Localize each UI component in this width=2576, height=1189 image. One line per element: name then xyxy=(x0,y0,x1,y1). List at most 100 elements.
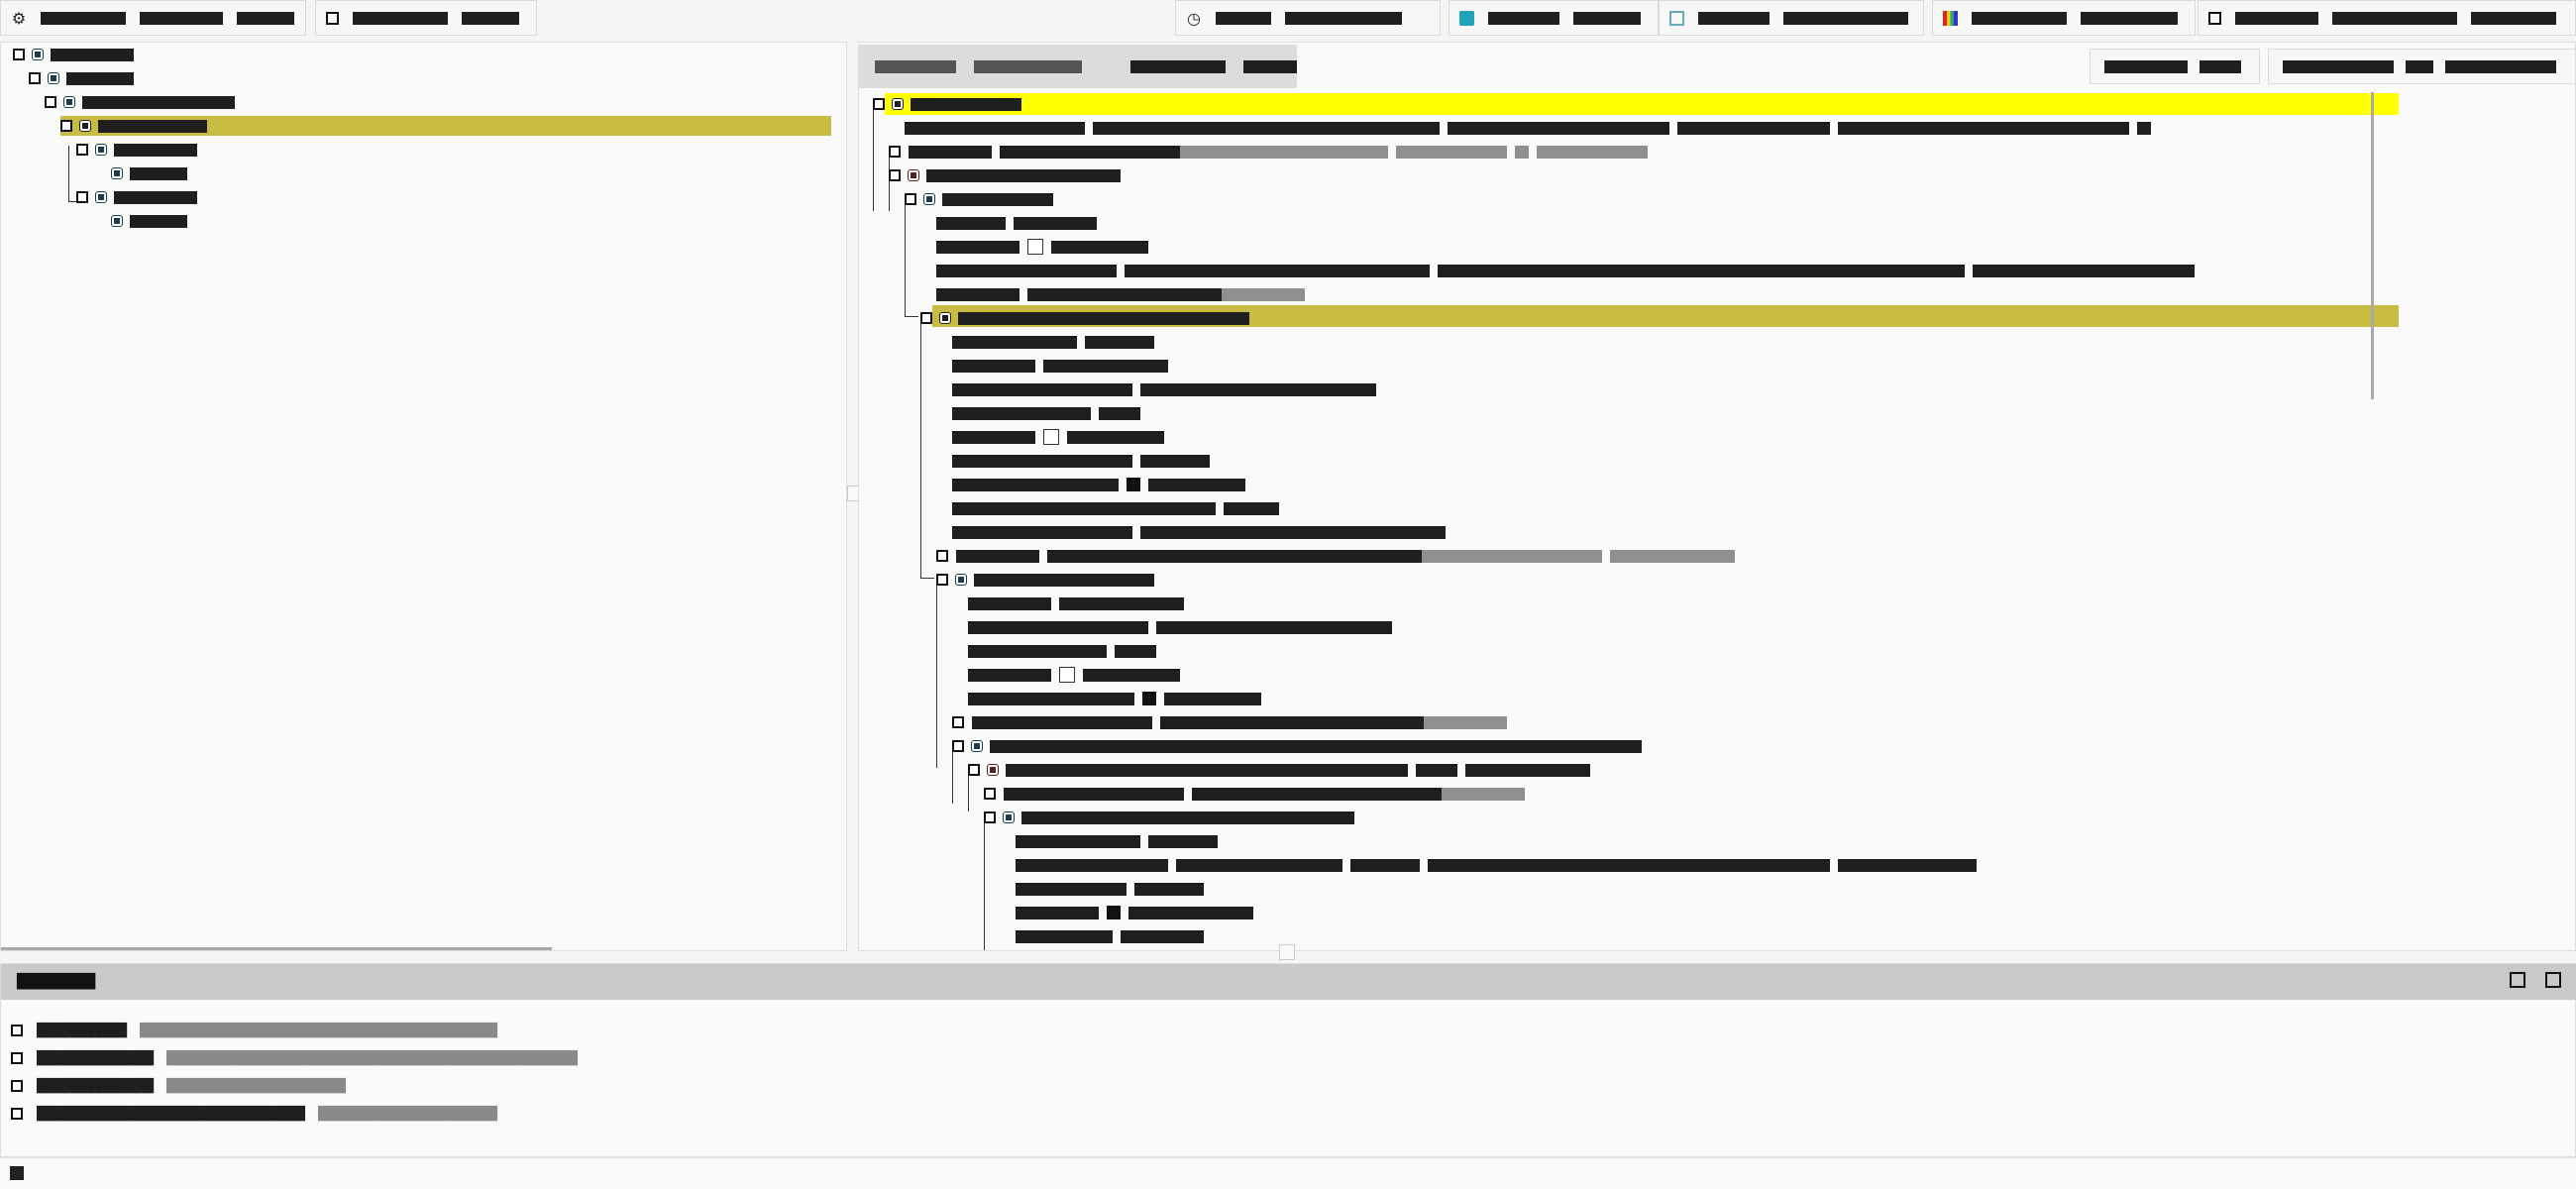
toolbar-button-4[interactable] xyxy=(1449,0,1659,36)
checkbox-icon[interactable] xyxy=(1027,239,1043,255)
detail-row[interactable] xyxy=(952,522,1446,542)
left-tree-pane xyxy=(0,42,847,951)
detail-row[interactable] xyxy=(984,784,1525,804)
toolbar-button-history[interactable]: ◷ xyxy=(1175,0,1441,36)
maximize-icon[interactable] xyxy=(2510,972,2525,988)
detail-row[interactable] xyxy=(873,94,1021,114)
bottom-panel: ████████ ██████████ ████████████████████… xyxy=(0,963,2576,1157)
pane-action-button-1[interactable] xyxy=(2090,49,2260,84)
property-row[interactable]: ██████████ █████████████████████████████… xyxy=(11,1021,497,1040)
node-icon xyxy=(1004,812,1014,822)
expand-toggle-icon[interactable] xyxy=(11,1108,23,1120)
node-icon xyxy=(33,50,43,59)
node-icon xyxy=(988,765,998,775)
detail-row[interactable] xyxy=(968,641,1156,661)
expand-toggle-icon[interactable] xyxy=(76,191,88,203)
detail-row[interactable] xyxy=(952,498,1279,518)
detail-row[interactable] xyxy=(936,261,2195,280)
toolbar-button-2[interactable] xyxy=(315,0,537,36)
detail-row[interactable] xyxy=(889,165,1121,185)
checkbox-icon[interactable] xyxy=(1059,667,1075,683)
detail-row[interactable] xyxy=(889,142,1648,162)
tree-node[interactable] xyxy=(13,45,134,64)
expand-toggle-icon[interactable] xyxy=(952,716,964,728)
property-row[interactable]: █████████████ ████████████████████ xyxy=(11,1076,346,1096)
expand-toggle-icon[interactable] xyxy=(905,193,916,205)
tree-node-selected[interactable] xyxy=(60,116,831,136)
detail-row[interactable] xyxy=(968,665,1180,685)
expand-toggle-icon[interactable] xyxy=(936,574,948,586)
tree-leaf[interactable] xyxy=(112,163,187,183)
detail-row[interactable] xyxy=(952,379,1376,399)
detail-row[interactable] xyxy=(936,213,1097,233)
detail-row[interactable] xyxy=(1016,903,1253,922)
node-icon xyxy=(96,145,106,155)
detail-row[interactable] xyxy=(1016,855,1977,875)
detail-row[interactable] xyxy=(952,451,1210,471)
expand-toggle-icon[interactable] xyxy=(889,169,901,181)
expand-toggle-icon[interactable] xyxy=(76,144,88,156)
property-key: █████████████ xyxy=(37,1078,154,1094)
detail-row[interactable] xyxy=(1016,926,1204,946)
detail-row[interactable] xyxy=(952,427,1164,447)
pane-action-button-2[interactable] xyxy=(2268,49,2575,84)
detail-row[interactable] xyxy=(968,760,1590,780)
expand-toggle-icon[interactable] xyxy=(11,1025,23,1036)
expand-toggle-icon[interactable] xyxy=(920,312,932,324)
vertical-scrollbar[interactable] xyxy=(2371,92,2374,399)
tab-active[interactable] xyxy=(859,45,1297,88)
horizontal-scrollbar[interactable] xyxy=(1,947,552,950)
expand-toggle-icon[interactable] xyxy=(60,120,72,132)
toolbar-button-palette[interactable] xyxy=(1932,0,2196,36)
property-value: ████████████████████████████████████████… xyxy=(165,1050,578,1066)
expand-toggle-icon[interactable] xyxy=(13,49,25,60)
detail-row[interactable] xyxy=(952,356,1168,376)
expand-toggle-icon[interactable] xyxy=(45,96,56,108)
node-icon xyxy=(112,168,122,178)
detail-row[interactable] xyxy=(952,712,1507,732)
network-icon xyxy=(1459,10,1474,26)
splitter-handle[interactable] xyxy=(1279,944,1295,960)
expand-toggle-icon[interactable] xyxy=(889,146,901,158)
detail-row[interactable] xyxy=(968,594,1184,613)
expand-toggle-icon[interactable] xyxy=(11,1080,23,1092)
close-panel-icon[interactable] xyxy=(2545,972,2561,988)
expand-toggle-icon[interactable] xyxy=(29,72,41,84)
tree-node[interactable] xyxy=(76,187,197,207)
toolbar-button-7[interactable] xyxy=(2198,0,2576,36)
expand-toggle-icon[interactable] xyxy=(968,764,980,776)
detail-row[interactable] xyxy=(952,736,1642,756)
expand-toggle-icon[interactable] xyxy=(984,788,996,800)
expand-toggle-icon[interactable] xyxy=(984,811,996,823)
expand-toggle-icon[interactable] xyxy=(11,1052,23,1064)
detail-row[interactable] xyxy=(952,332,1154,352)
expand-toggle-icon[interactable] xyxy=(936,550,948,562)
detail-row-selected[interactable] xyxy=(920,308,1249,328)
detail-row[interactable] xyxy=(1016,879,1204,899)
detail-row[interactable] xyxy=(936,284,1305,304)
main-toolbar: ⚙ ◷ xyxy=(0,0,2576,36)
detail-row[interactable] xyxy=(936,546,1735,566)
expand-toggle-icon[interactable] xyxy=(952,740,964,752)
tree-node[interactable] xyxy=(45,92,235,112)
detail-row[interactable] xyxy=(1016,831,1218,851)
tree-leaf[interactable] xyxy=(112,211,187,231)
detail-row[interactable] xyxy=(936,237,1148,257)
tree-node[interactable] xyxy=(29,68,134,88)
detail-row[interactable] xyxy=(905,189,1053,209)
expand-toggle-icon[interactable] xyxy=(873,98,885,110)
property-value: ████████████████████████████████████████ xyxy=(139,1023,497,1038)
tree-node[interactable] xyxy=(76,140,197,160)
detail-row[interactable] xyxy=(952,403,1140,423)
toolbar-button-5[interactable] xyxy=(1659,0,1924,36)
toolbar-button-1[interactable]: ⚙ xyxy=(0,0,306,36)
property-row[interactable]: ██████████████████████████████ █████████… xyxy=(11,1104,497,1124)
checkbox-icon[interactable] xyxy=(1043,429,1059,445)
detail-row[interactable] xyxy=(984,808,1354,827)
detail-row[interactable] xyxy=(936,570,1154,590)
property-row[interactable]: █████████████ ██████████████████████████… xyxy=(11,1048,578,1068)
detail-row[interactable] xyxy=(952,475,1245,494)
detail-row[interactable] xyxy=(968,689,1261,708)
detail-row[interactable] xyxy=(905,118,2151,138)
detail-row[interactable] xyxy=(968,617,1392,637)
